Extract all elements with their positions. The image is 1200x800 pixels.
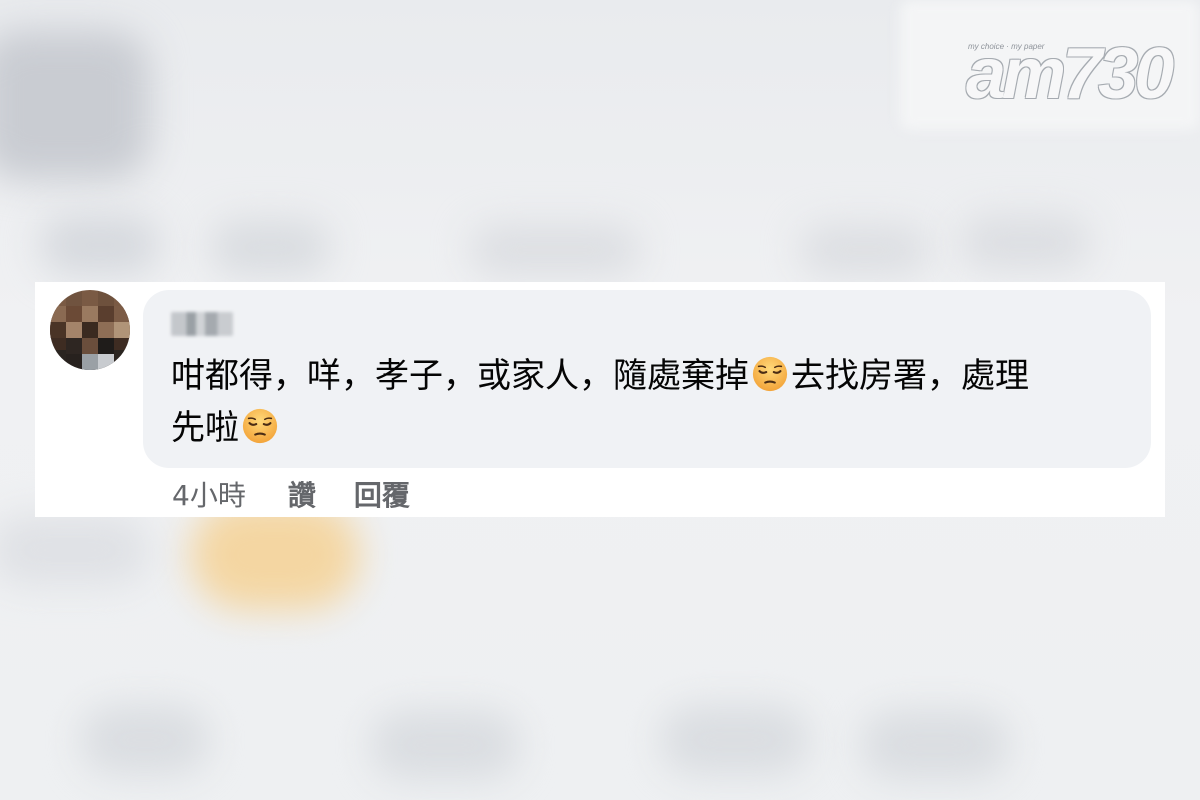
- comment-card: ███ 咁都得，咩，孝子，或家人，隨處棄掉 去找房署，處理先啦: [35, 282, 1165, 517]
- blurred-shape: [800, 225, 930, 275]
- blurred-shape: [860, 710, 1010, 780]
- avatar-pixel: [114, 306, 130, 322]
- logo-tagline: my choice · my paper: [968, 42, 1045, 51]
- reply-button[interactable]: 回覆: [354, 474, 410, 514]
- am730-logo: am730 my choice · my paper: [966, 34, 1174, 114]
- comment-text-part3: 先啦: [171, 408, 239, 448]
- avatar-pixel: [98, 354, 114, 370]
- avatar-pixel: [66, 322, 82, 338]
- blurred-shape: [210, 220, 330, 275]
- blurred-shape: [0, 30, 150, 180]
- commenter-name[interactable]: ███: [171, 312, 233, 336]
- avatar-pixel: [114, 322, 130, 338]
- avatar-pixel: [66, 306, 82, 322]
- avatar-pixel: [50, 306, 66, 322]
- blurred-shape: [80, 705, 210, 775]
- blurred-shape: [660, 705, 810, 775]
- pensive-face-emoji-icon: [752, 356, 788, 392]
- avatar-pixel: [82, 354, 98, 370]
- blurred-shape: [40, 215, 160, 275]
- like-button[interactable]: 讚: [288, 474, 316, 514]
- blurred-shape: [960, 215, 1090, 270]
- blurred-shape: [370, 710, 520, 780]
- avatar-pixel: [98, 338, 114, 354]
- comment-text-part2: 去找房署，處理: [791, 356, 1029, 396]
- avatar-pixel: [98, 306, 114, 322]
- avatar-pixel: [50, 322, 66, 338]
- avatar[interactable]: [50, 290, 130, 370]
- avatar-pixel: [82, 306, 98, 322]
- comment-actions: 4小時 讚 回覆: [172, 474, 448, 514]
- comment-bubble: ███ 咁都得，咩，孝子，或家人，隨處棄掉 去找房署，處理先啦: [143, 290, 1151, 468]
- avatar-pixel: [66, 338, 82, 354]
- pensive-face-emoji-icon: [242, 408, 278, 444]
- comment-timestamp[interactable]: 4小時: [172, 474, 246, 514]
- comment-text: 咁都得，咩，孝子，或家人，隨處棄掉 去找房署，處理先啦: [171, 350, 1131, 454]
- avatar-pixel: [98, 322, 114, 338]
- avatar-pixel: [82, 338, 98, 354]
- comment-text-part1: 咁都得，咩，孝子，或家人，隨處棄掉: [171, 356, 749, 396]
- blurred-shape: [470, 225, 640, 275]
- blurred-shape: [0, 515, 150, 585]
- avatar-pixel: [82, 322, 98, 338]
